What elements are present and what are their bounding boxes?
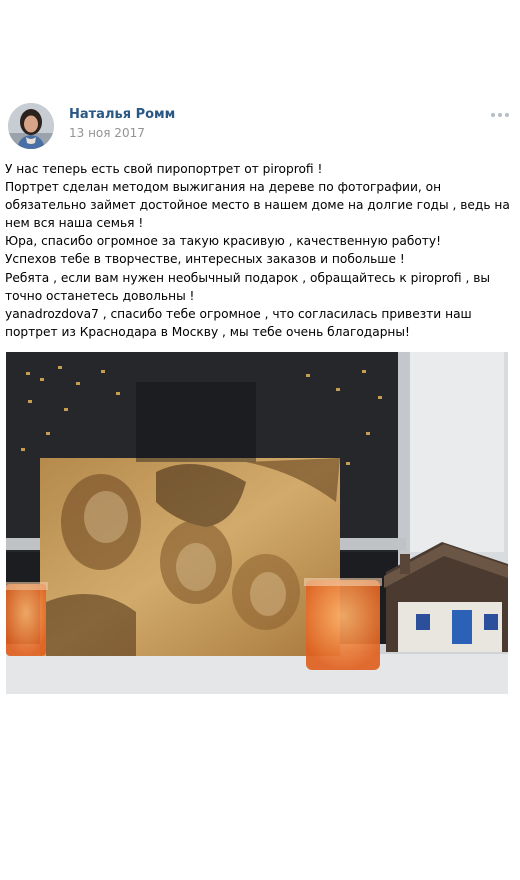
post-photo[interactable] — [6, 352, 508, 694]
more-dot — [491, 113, 495, 117]
post-header: Наталья Ромм 13 ноя 2017 — [8, 103, 512, 153]
author-name-link[interactable]: Наталья Ромм — [69, 107, 175, 122]
more-horizontal-icon[interactable] — [488, 110, 512, 120]
more-dot — [498, 113, 502, 117]
post-text-line: yanadrozdova7 , спасибо тебе огромное , … — [5, 306, 472, 339]
post-text-line: Портрет сделан методом выжигания на дере… — [5, 180, 510, 231]
photo-image — [6, 352, 508, 694]
post-text-line: Ребята , если вам нужен необычный подаро… — [5, 270, 491, 303]
post-text-line: Успехов тебе в творчестве, интересных за… — [5, 252, 405, 267]
post-date[interactable]: 13 ноя 2017 — [69, 126, 145, 140]
avatar-image — [8, 103, 54, 149]
author-avatar[interactable] — [8, 103, 54, 149]
more-dot — [505, 113, 509, 117]
post-text-line: У нас теперь есть свой пиропортрет от pi… — [5, 162, 323, 176]
post-text-line: Юра, спасибо огромное за такую красивую … — [5, 234, 441, 249]
post-text: У нас теперь есть свой пиропортрет от pi… — [5, 160, 515, 341]
